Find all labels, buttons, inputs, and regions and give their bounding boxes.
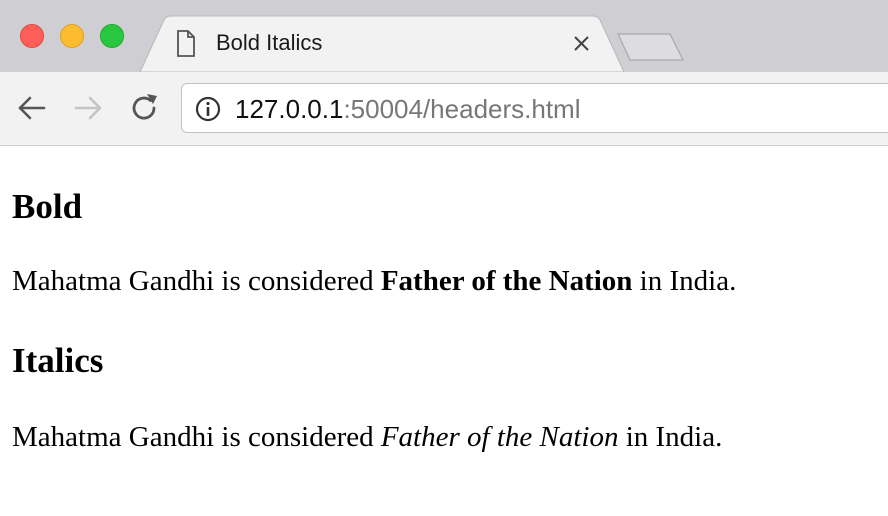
back-arrow-icon[interactable] (16, 92, 48, 124)
bold-text-before: Mahatma Gandhi is considered (12, 265, 381, 297)
italics-text-before: Mahatma Gandhi is considered (12, 421, 381, 453)
bold-heading: Bold (12, 187, 83, 226)
tab-title[interactable]: Bold Italics (216, 30, 322, 56)
tab-shapes (139, 15, 684, 72)
browser-window: Bold Italics 127.0.0.1:50004/headers.htm… (0, 0, 888, 146)
address-bar[interactable]: 127.0.0.1:50004/headers.html (181, 83, 888, 133)
browser-toolbar: 127.0.0.1:50004/headers.html (0, 72, 888, 146)
tab-strip: Bold Italics (0, 0, 888, 72)
new-tab-button[interactable] (617, 33, 684, 61)
url-host: 127.0.0.1 (235, 94, 344, 124)
url-path: :50004/headers.html (343, 94, 581, 124)
active-tab[interactable] (139, 15, 625, 72)
italics-paragraph: Mahatma Gandhi is considered Father of t… (12, 420, 722, 454)
url-text[interactable]: 127.0.0.1:50004/headers.html (235, 95, 580, 123)
bold-emphasis: Father of the Nation (380, 265, 633, 297)
info-icon[interactable] (194, 95, 222, 123)
bold-paragraph: Mahatma Gandhi is considered Father of t… (12, 264, 736, 298)
italics-heading: Italics (12, 341, 104, 380)
reload-icon[interactable] (128, 92, 160, 124)
bold-text-after: in India. (632, 265, 737, 297)
forward-arrow-icon[interactable] (72, 92, 104, 124)
italics-emphasis: Father of the Nation (380, 421, 619, 453)
italics-text-after: in India. (618, 421, 723, 453)
